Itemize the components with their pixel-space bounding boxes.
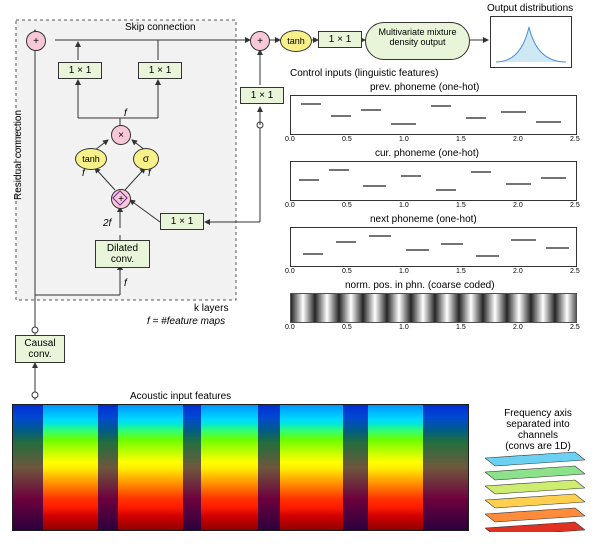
tick-label: 0.5 bbox=[342, 136, 352, 143]
mdn-output: Multivariate mixture density output bbox=[365, 22, 470, 60]
tick-label: 2.5 bbox=[570, 202, 580, 209]
k-layers-label: k layers bbox=[194, 303, 228, 314]
tick-label: 0.0 bbox=[285, 268, 295, 275]
residual-add-icon: + bbox=[26, 31, 46, 51]
tick-label: 0.5 bbox=[342, 268, 352, 275]
tick-label: 0.5 bbox=[342, 202, 352, 209]
tick-label: 0.0 bbox=[285, 324, 295, 331]
fmaps-label: f = #feature maps bbox=[147, 316, 225, 327]
tick-label: 2.5 bbox=[570, 136, 580, 143]
next-phoneme-plot bbox=[290, 227, 577, 267]
f-label: 2f bbox=[103, 218, 111, 229]
tick-label: 2.0 bbox=[513, 202, 523, 209]
tick-label: 1.0 bbox=[399, 136, 409, 143]
channel-strips bbox=[485, 448, 585, 528]
tick-label: 2.0 bbox=[513, 136, 523, 143]
tick-label: 1.5 bbox=[456, 136, 466, 143]
tick-label: 0.5 bbox=[342, 324, 352, 331]
acoustic-label: Acoustic input features bbox=[130, 391, 231, 402]
tick-label: 1.0 bbox=[399, 324, 409, 331]
conv-1x1-cond: 1 × 1 bbox=[240, 87, 284, 104]
output-dist-plot bbox=[490, 16, 572, 68]
f-label: f bbox=[124, 278, 127, 289]
freqaxis-label: Frequency axis separated into channels (… bbox=[488, 408, 588, 452]
nextphon-label: next phoneme (one-hot) bbox=[370, 214, 477, 225]
causal-conv: Causal conv. bbox=[15, 335, 65, 363]
prev-phoneme-plot bbox=[290, 95, 577, 135]
f-label: f bbox=[82, 168, 85, 179]
f-label: f bbox=[148, 168, 151, 179]
conv-1x1-cond: 1 × 1 bbox=[160, 213, 204, 230]
sigmoid-activation: σ bbox=[133, 148, 159, 170]
normpos-plot bbox=[290, 293, 577, 323]
conv-1x1: 1 × 1 bbox=[58, 62, 102, 79]
dilated-conv: Dilated conv. bbox=[95, 240, 150, 268]
tick-label: 1.5 bbox=[456, 324, 466, 331]
f-label: f bbox=[124, 108, 127, 119]
prevphon-label: prev. phoneme (one-hot) bbox=[370, 82, 479, 93]
gate-multiply-icon: × bbox=[111, 125, 131, 145]
skip-add-icon: + bbox=[250, 31, 270, 51]
tick-label: 2.0 bbox=[513, 268, 523, 275]
tick-label: 2.0 bbox=[513, 324, 523, 331]
outdist-label: Output distributions bbox=[487, 3, 573, 14]
normpos-label: norm. pos. in phn. (coarse coded) bbox=[345, 280, 495, 291]
tick-label: 1.0 bbox=[399, 268, 409, 275]
tick-label: 1.5 bbox=[456, 268, 466, 275]
residual-label: Residual connection bbox=[13, 110, 24, 200]
conv-1x1: 1 × 1 bbox=[138, 62, 182, 79]
tick-label: 1.0 bbox=[399, 202, 409, 209]
tick-label: 1.5 bbox=[456, 202, 466, 209]
tanh-activation: tanh bbox=[280, 30, 312, 52]
skip-label: Skip connection bbox=[125, 22, 196, 33]
tanh-activation: tanh bbox=[75, 148, 107, 170]
ctrl-label: Control inputs (linguistic features) bbox=[290, 68, 438, 79]
tick-label: 2.5 bbox=[570, 268, 580, 275]
spectrogram bbox=[12, 404, 469, 531]
tick-label: 0.0 bbox=[285, 136, 295, 143]
conv-1x1-out: 1 × 1 bbox=[318, 31, 362, 48]
tick-label: 2.5 bbox=[570, 324, 580, 331]
tick-label: 0.0 bbox=[285, 202, 295, 209]
curphon-label: cur. phoneme (one-hot) bbox=[375, 148, 479, 159]
cur-phoneme-plot bbox=[290, 161, 577, 201]
